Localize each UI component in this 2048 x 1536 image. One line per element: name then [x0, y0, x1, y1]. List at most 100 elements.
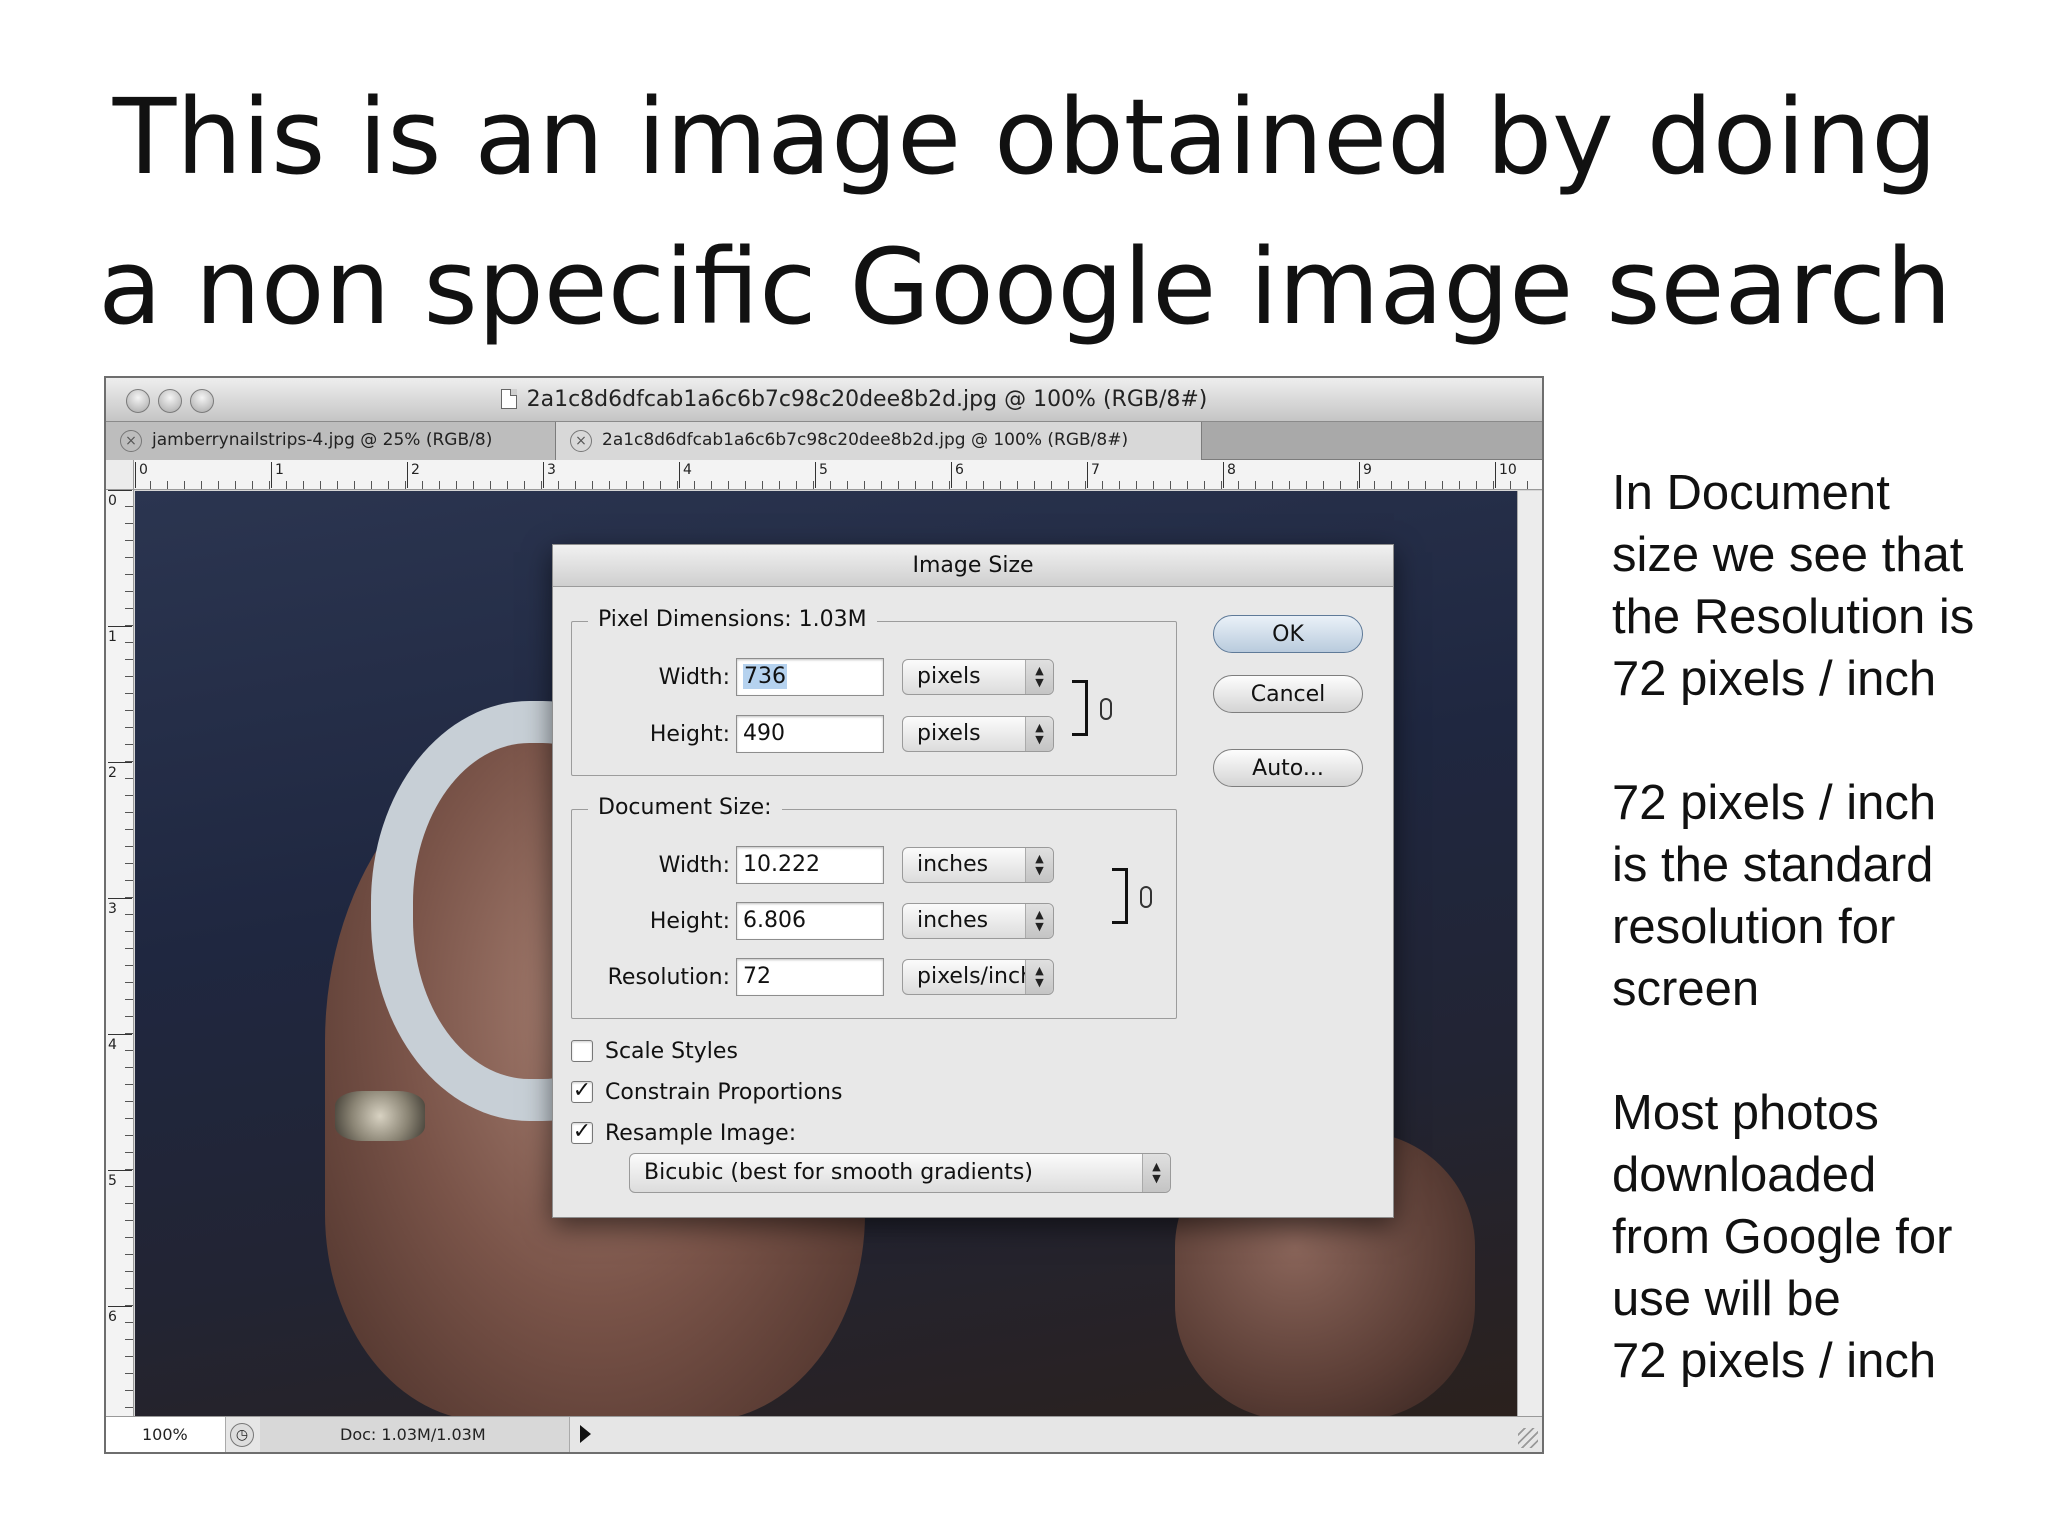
note-paragraph-1: In Document size we see that the Resolut…: [1612, 462, 2032, 710]
window-titlebar[interactable]: 2a1c8d6dfcab1a6c6b7c98c20dee8b2d.jpg @ 1…: [106, 378, 1542, 422]
resolution-unit-select[interactable]: pixels/inch ▲ ▼: [902, 959, 1054, 995]
pixel-width-unit-select[interactable]: pixels ▲ ▼: [902, 659, 1054, 695]
note-paragraph-3: Most photos downloaded from Google for u…: [1612, 1082, 2032, 1392]
pixel-dimensions-group: Pixel Dimensions: 1.03M Width: 736 pixel…: [571, 607, 1177, 776]
note-paragraph-2: 72 pixels / inch is the standard resolut…: [1612, 772, 2032, 1020]
note-line: 72 pixels / inch: [1612, 776, 1937, 830]
pixel-height-unit-select[interactable]: pixels ▲ ▼: [902, 716, 1054, 752]
slide-notes: In Document size we see that the Resolut…: [1612, 462, 2032, 1454]
note-line: Most photos: [1612, 1086, 1879, 1140]
photo-ring: [335, 1091, 425, 1141]
pixel-height-input[interactable]: 490: [736, 715, 884, 753]
tab-label: 2a1c8d6dfcab1a6c6b7c98c20dee8b2d.jpg @ 1…: [602, 430, 1129, 450]
pixel-height-label: Height:: [649, 722, 730, 747]
doc-width-unit-select[interactable]: inches ▲ ▼: [902, 847, 1054, 883]
doc-height-input[interactable]: 6.806: [736, 902, 884, 940]
ruler-tick-label: 4: [679, 462, 692, 488]
doc-width-input[interactable]: 10.222: [736, 846, 884, 884]
ruler-tick-label: 7: [1087, 462, 1100, 488]
constrain-proportions-checkbox[interactable]: ✓: [571, 1080, 593, 1103]
note-line: size we see that: [1612, 528, 1964, 582]
slide-title-line-1: This is an image obtained by doing: [112, 76, 1938, 198]
note-line: from Google for: [1612, 1210, 1953, 1264]
zoom-level-field[interactable]: 100%: [106, 1417, 226, 1452]
vertical-scrollbar[interactable]: [1517, 491, 1542, 1416]
pixel-width-input[interactable]: 736: [736, 658, 884, 696]
resolution-input[interactable]: 72: [736, 958, 884, 996]
tab-label: jamberrynailstrips-4.jpg @ 25% (RGB/8): [152, 430, 493, 450]
pixel-width-value: 736: [743, 664, 787, 689]
constrain-link-bracket: [1112, 868, 1128, 924]
ruler-tick-label: 1: [108, 626, 132, 645]
stepper-arrows-icon: ▲ ▼: [1025, 660, 1053, 694]
document-tab-active[interactable]: × 2a1c8d6dfcab1a6c6b7c98c20dee8b2d.jpg @…: [556, 422, 1202, 460]
doc-width-unit: inches: [917, 852, 989, 877]
ruler-tick-label: 6: [951, 462, 964, 488]
ruler-tick-label: 5: [815, 462, 828, 488]
resize-grip-icon[interactable]: [1518, 1428, 1538, 1448]
note-line: downloaded: [1612, 1148, 1877, 1202]
horizontal-ruler[interactable]: 0 1 2 3 4 5 6 7 8 9 10: [134, 460, 1542, 490]
doc-width-value: 10.222: [743, 852, 820, 877]
chain-link-icon: [1100, 698, 1112, 720]
cancel-button[interactable]: Cancel: [1213, 675, 1363, 713]
note-line: the Resolution is: [1612, 590, 1975, 644]
ruler-tick-label: 4: [108, 1034, 132, 1053]
resample-image-checkbox[interactable]: ✓: [571, 1121, 593, 1144]
ruler-tick-label: 3: [108, 898, 132, 917]
pixel-width-unit: pixels: [917, 664, 981, 689]
status-bar: 100% ◷ Doc: 1.03M/1.03M: [106, 1416, 1542, 1452]
tab-close-icon[interactable]: ×: [120, 430, 142, 452]
resolution-value: 72: [743, 964, 771, 989]
pixel-height-value: 490: [743, 721, 785, 746]
note-line: use will be: [1612, 1272, 1841, 1326]
chain-link-icon: [1140, 886, 1152, 908]
ruler-tick-label: 2: [108, 762, 132, 781]
status-menu-arrow-icon[interactable]: [580, 1425, 591, 1443]
clock-icon: ◷: [230, 1423, 254, 1447]
scale-styles-checkbox[interactable]: [571, 1040, 593, 1062]
pixel-height-unit: pixels: [917, 721, 981, 746]
doc-height-value: 6.806: [743, 908, 806, 933]
resolution-label: Resolution:: [607, 965, 730, 990]
document-tab-jamberry[interactable]: × jamberrynailstrips-4.jpg @ 25% (RGB/8): [106, 422, 556, 460]
stepper-arrows-icon: ▲ ▼: [1025, 848, 1053, 882]
image-size-dialog: Image Size Pixel Dimensions: 1.03M Width…: [552, 544, 1394, 1218]
ruler-tick-label: 10: [1495, 462, 1517, 488]
ruler-tick-label: 3: [543, 462, 556, 488]
stepper-arrows-icon: ▲ ▼: [1025, 904, 1053, 938]
ruler-tick-label: 1: [271, 462, 284, 488]
resample-method-select[interactable]: Bicubic (best for smooth gradients) ▲ ▼: [629, 1153, 1171, 1193]
note-line: resolution for: [1612, 900, 1896, 954]
note-line: screen: [1612, 962, 1760, 1016]
ok-button[interactable]: OK: [1213, 615, 1363, 653]
note-line: 72 pixels / inch: [1612, 1334, 1937, 1388]
slide-title: This is an image obtained by doing a non…: [60, 62, 1990, 362]
slide-title-line-2: a non specific Google image search: [98, 226, 1952, 348]
window-title: 2a1c8d6dfcab1a6c6b7c98c20dee8b2d.jpg @ 1…: [106, 387, 1542, 412]
document-size-info: Doc: 1.03M/1.03M: [260, 1417, 570, 1452]
ruler-origin[interactable]: [106, 460, 134, 490]
ruler-tick-label: 6: [108, 1306, 132, 1325]
document-size-group: Document Size: Width: 10.222 inches ▲ ▼ H…: [571, 795, 1177, 1019]
ruler-tick-label: 0: [108, 490, 132, 509]
ruler-tick-label: 9: [1359, 462, 1372, 488]
resample-method-value: Bicubic (best for smooth gradients): [644, 1160, 1033, 1185]
dialog-title: Image Size: [553, 545, 1393, 587]
pixel-dimensions-legend: Pixel Dimensions: 1.03M: [588, 607, 877, 632]
stepper-arrows-icon: ▲ ▼: [1142, 1154, 1170, 1192]
vertical-ruler[interactable]: 0 1 2 3 4 5 6: [106, 490, 134, 1416]
constrain-proportions-label: Constrain Proportions: [605, 1080, 843, 1105]
auto-button[interactable]: Auto...: [1213, 749, 1363, 787]
note-line: 72 pixels / inch: [1612, 652, 1937, 706]
doc-width-label: Width:: [658, 853, 730, 878]
doc-height-unit-select[interactable]: inches ▲ ▼: [902, 903, 1054, 939]
window-title-text: 2a1c8d6dfcab1a6c6b7c98c20dee8b2d.jpg @ 1…: [526, 387, 1208, 412]
doc-height-unit: inches: [917, 908, 989, 933]
pixel-width-label: Width:: [658, 665, 730, 690]
ruler-tick-label: 8: [1223, 462, 1236, 488]
ruler-tick-label: 0: [135, 462, 148, 488]
note-line: In Document: [1612, 466, 1890, 520]
resolution-unit: pixels/inch: [917, 964, 1035, 989]
tab-close-icon[interactable]: ×: [570, 430, 592, 452]
